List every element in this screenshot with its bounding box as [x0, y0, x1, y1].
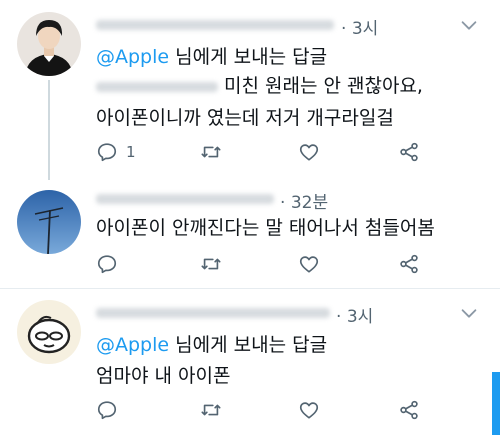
- mention-link[interactable]: @Apple: [96, 46, 169, 68]
- more-icon[interactable]: [458, 14, 480, 36]
- like-icon: [299, 256, 319, 273]
- like-icon: [299, 144, 319, 161]
- like-icon: [299, 402, 319, 419]
- redacted-mention: [96, 81, 218, 92]
- tweet-actions: [96, 398, 426, 422]
- share-icon: [400, 142, 418, 162]
- avatar[interactable]: [17, 300, 81, 364]
- thread-line: [48, 80, 50, 180]
- tweet-text-line: 미친 원래는 안 괜찮아요,: [224, 75, 423, 97]
- tweet-header: · 3시: [96, 14, 396, 39]
- redacted-username: [96, 194, 274, 204]
- timeline: · 3시 @Apple 님에게 보내는 답글 미친 원래는 안 괜찮아요, 아이…: [0, 0, 500, 435]
- tweet-header: · 3시: [96, 302, 396, 327]
- scrollbar-thumb[interactable]: [492, 372, 500, 435]
- tweet[interactable]: · 3시 @Apple 님에게 보내는 답글 미친 원래는 안 괜찮아요, 아이…: [0, 0, 500, 180]
- tweet-text-line: 엄마야 내 아이폰: [96, 365, 231, 387]
- reply-context-label: 님에게 보내는 답글: [175, 46, 328, 68]
- timestamp[interactable]: · 3시: [336, 302, 373, 327]
- redacted-username: [96, 20, 334, 30]
- tweet-text-line: 아이폰이 안깨진다는 말 태어나서 첨들어봄: [96, 217, 435, 239]
- avatar[interactable]: [17, 12, 81, 76]
- tweet-text: 아이폰이 안깨진다는 말 태어나서 첨들어봄: [96, 212, 435, 244]
- more-icon[interactable]: [458, 302, 480, 324]
- share-button[interactable]: [398, 252, 420, 276]
- share-icon: [400, 254, 418, 274]
- tweet[interactable]: · 32분 아이폰이 안깨진다는 말 태어나서 첨들어봄: [0, 180, 500, 288]
- retweet-button[interactable]: [200, 398, 222, 422]
- retweet-icon: [201, 146, 221, 158]
- tweet-actions: [96, 252, 426, 276]
- reply-context-label: 님에게 보내는 답글: [175, 334, 328, 356]
- reply-icon: [97, 401, 117, 420]
- retweet-button[interactable]: [200, 252, 222, 276]
- share-icon: [400, 400, 418, 420]
- like-button[interactable]: [298, 398, 320, 422]
- timestamp-text: 32분: [290, 193, 329, 213]
- reply-button[interactable]: [96, 398, 118, 422]
- retweet-icon: [201, 258, 221, 270]
- share-button[interactable]: [398, 398, 420, 422]
- redacted-username: [96, 308, 330, 318]
- timestamp-text: 3시: [346, 307, 374, 327]
- reply-button[interactable]: 1: [96, 140, 136, 164]
- tweet-text: 미친 원래는 안 괜찮아요, 아이폰이니까 였는데 저거 개구라일걸: [96, 70, 423, 134]
- retweet-icon: [201, 404, 221, 416]
- reply-button[interactable]: [96, 252, 118, 276]
- tweet-text: 엄마야 내 아이폰: [96, 360, 230, 392]
- reply-icon: [97, 143, 117, 162]
- like-button[interactable]: [298, 252, 320, 276]
- reply-context: @Apple 님에게 보내는 답글: [96, 330, 327, 357]
- tweet[interactable]: · 3시 @Apple 님에게 보내는 답글 엄마야 내 아이폰: [0, 288, 500, 435]
- avatar[interactable]: [17, 190, 81, 254]
- like-button[interactable]: [298, 140, 320, 164]
- avatar-image: [17, 300, 81, 364]
- share-button[interactable]: [398, 140, 420, 164]
- tweet-text-line: 아이폰이니까 였는데 저거 개구라일걸: [96, 107, 394, 129]
- tweet-actions: 1: [96, 140, 426, 164]
- mention-link[interactable]: @Apple: [96, 334, 169, 356]
- timestamp[interactable]: · 3시: [341, 14, 378, 39]
- reply-context: @Apple 님에게 보내는 답글: [96, 42, 327, 69]
- retweet-button[interactable]: [200, 140, 222, 164]
- avatar-image: [17, 190, 81, 254]
- timestamp[interactable]: · 32분: [280, 188, 328, 213]
- avatar-image: [17, 12, 81, 76]
- reply-count: 1: [126, 143, 136, 161]
- timestamp-text: 3시: [351, 19, 379, 39]
- reply-icon: [97, 255, 117, 274]
- tweet-header: · 32분: [96, 188, 356, 213]
